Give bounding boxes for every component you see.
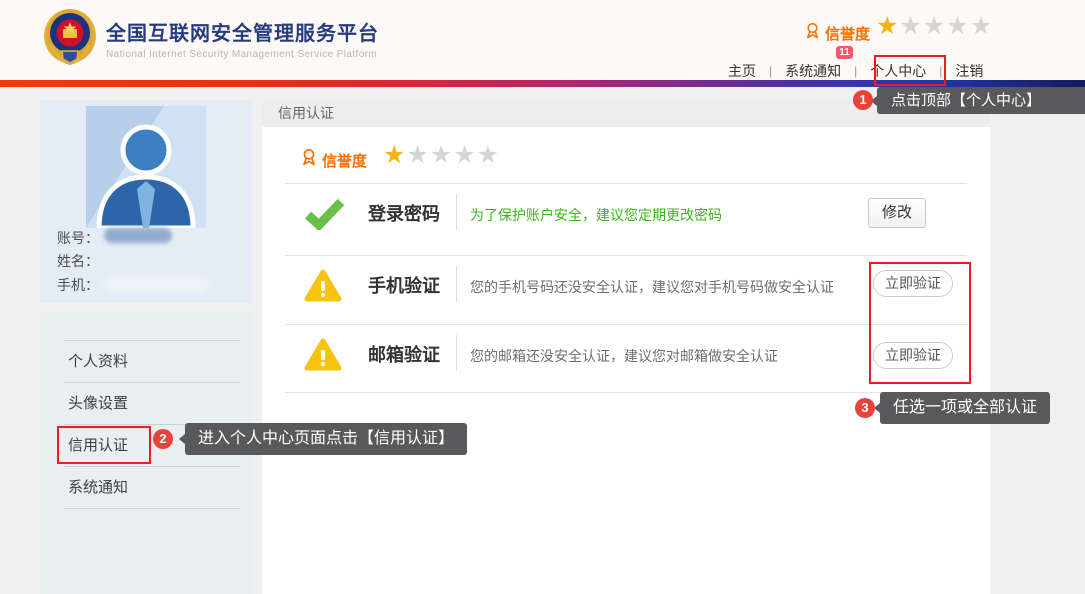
row-phone-verify: 手机验证 您的手机号码还没安全认证，建议您对手机号码做安全认证 立即验证 <box>285 256 967 325</box>
header-reputation: 信誉度 <box>804 22 870 45</box>
app-header: 全国互联网安全管理服务平台 National Internet Security… <box>0 0 1085 80</box>
medal-icon <box>300 148 318 172</box>
nav-separator: | <box>769 64 773 78</box>
verify-phone-button[interactable]: 立即验证 <box>873 270 953 297</box>
reputation-stars-header: ★★★★★ <box>876 14 993 39</box>
sidebar-item-avatar-settings[interactable]: 头像设置 <box>64 383 240 425</box>
reputation-label: 信誉度 <box>322 152 368 170</box>
step-2-tooltip: 进入个人中心页面点击【信用认证】 <box>178 423 468 455</box>
row-login-password: 登录密码 为了保护账户安全，建议您定期更改密码 修改 <box>285 184 967 256</box>
row-description: 您的邮箱还没安全认证，建议您对邮箱做安全认证 <box>470 348 778 364</box>
star-filled: ★ <box>383 141 407 169</box>
notification-count-badge: 11 <box>836 46 853 59</box>
credit-auth-panel: 信用认证 信誉度 ★★★★★ 登录密码 为了保护账户安全，建议您定期更改密码 修… <box>262 100 990 594</box>
step-3-marker: 3 <box>855 398 875 418</box>
account-value-redacted <box>104 228 172 243</box>
divider <box>456 335 457 371</box>
sidebar-item-profile[interactable]: 个人资料 <box>64 341 240 383</box>
sidebar-profile-panel: 账号： 姓名： 手机： <box>40 100 252 303</box>
star-empty: ★ <box>922 12 947 40</box>
row-title: 手机验证 <box>368 276 440 296</box>
nav-logout[interactable]: 注销 <box>955 61 983 81</box>
divider <box>456 266 457 302</box>
name-label: 姓名： <box>57 253 99 269</box>
star-empty: ★ <box>969 12 994 40</box>
brand: 全国互联网安全管理服务平台 National Internet Security… <box>106 17 379 60</box>
police-badge-logo[interactable] <box>42 7 98 67</box>
step-2-marker: 2 <box>153 429 173 449</box>
check-icon <box>304 198 346 235</box>
star-empty: ★ <box>899 12 923 40</box>
top-nav: 主页 | 系统通知 | 个人中心 | 注销 <box>728 61 983 81</box>
screen: 全国互联网安全管理服务平台 National Internet Security… <box>0 0 1085 594</box>
star-empty: ★ <box>476 141 501 169</box>
nav-system-notice[interactable]: 系统通知 <box>785 61 841 81</box>
account-label: 账号： <box>57 230 99 246</box>
row-title: 邮箱验证 <box>368 345 440 365</box>
brand-subtitle: National Internet Security Management Se… <box>106 49 378 60</box>
medal-icon <box>804 22 821 45</box>
brand-title: 全国互联网安全管理服务平台 <box>106 23 379 45</box>
phone-value-redacted <box>104 276 210 293</box>
sidebar-item-system-notice[interactable]: 系统通知 <box>64 467 240 509</box>
nav-separator: | <box>854 64 858 78</box>
star-empty: ★ <box>429 141 454 169</box>
reputation-stars-main: ★★★★★ <box>383 143 500 168</box>
nav-separator: | <box>939 64 943 78</box>
nav-home[interactable]: 主页 <box>728 61 756 81</box>
phone-label: 手机： <box>57 277 99 293</box>
verify-email-button[interactable]: 立即验证 <box>873 342 953 369</box>
star-empty: ★ <box>406 141 430 169</box>
divider <box>456 194 457 230</box>
header-gradient-bar <box>0 80 1085 87</box>
step-1-tooltip: 点击顶部【个人中心】 <box>871 87 1085 114</box>
warning-icon <box>304 269 342 307</box>
reputation-label: 信誉度 <box>825 26 871 43</box>
modify-password-button[interactable]: 修改 <box>868 198 926 228</box>
step-3-tooltip: 任选一项或全部认证 <box>873 392 1051 424</box>
star-empty: ★ <box>453 141 477 169</box>
warning-icon <box>304 338 342 376</box>
row-description: 您的手机号码还没安全认证，建议您对手机号码做安全认证 <box>470 279 834 295</box>
nav-personal-center[interactable]: 个人中心 <box>870 61 926 81</box>
step-1-marker: 1 <box>853 90 873 110</box>
row-title: 登录密码 <box>368 204 440 224</box>
row-description: 为了保护账户安全，建议您定期更改密码 <box>470 207 722 223</box>
star-empty: ★ <box>946 12 970 40</box>
star-filled: ★ <box>876 12 900 40</box>
user-avatar <box>86 106 206 231</box>
row-email-verify: 邮箱验证 您的邮箱还没安全认证，建议您对邮箱做安全认证 立即验证 <box>285 325 967 393</box>
reputation-row: 信誉度 ★★★★★ <box>285 140 967 184</box>
